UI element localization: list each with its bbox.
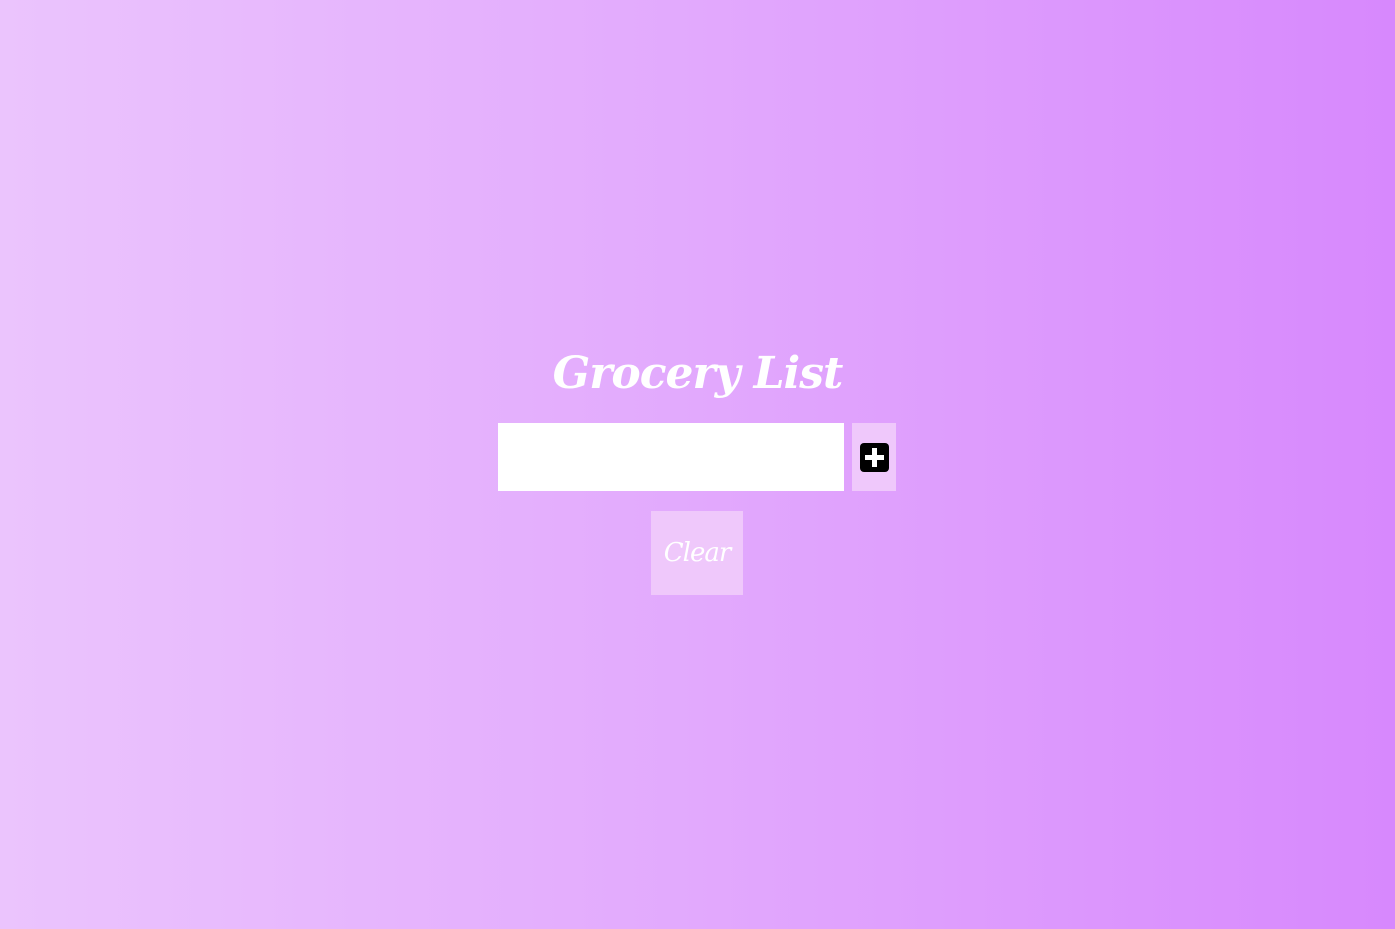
- item-input[interactable]: [498, 423, 844, 491]
- clear-button[interactable]: Clear: [651, 511, 743, 595]
- grocery-app: Grocery List Clear: [0, 0, 1395, 929]
- add-item-row: [498, 423, 896, 491]
- page-title: Grocery List: [552, 348, 844, 399]
- plus-square-icon: [859, 442, 889, 472]
- add-item-button[interactable]: [852, 423, 896, 491]
